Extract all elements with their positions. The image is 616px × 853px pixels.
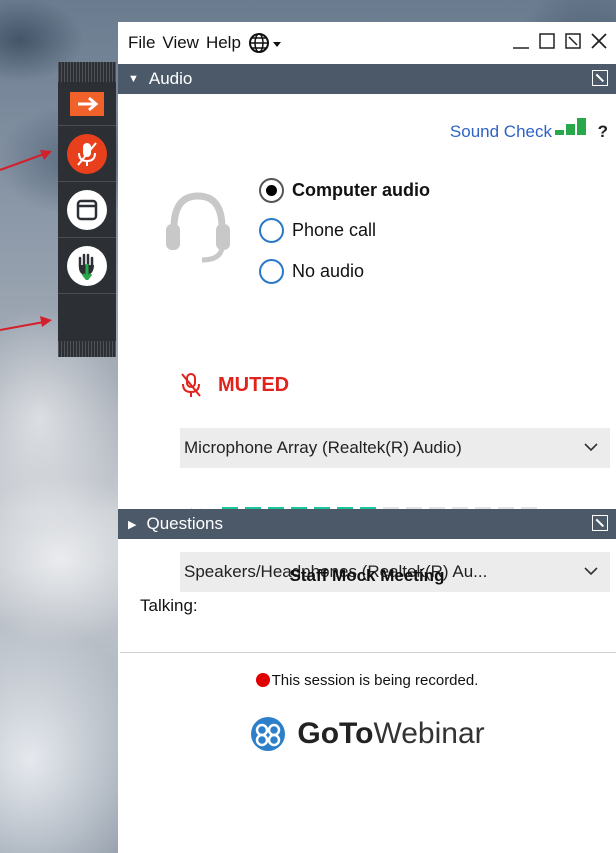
annotation-arrow-top [0, 150, 52, 171]
option-label: Phone call [292, 220, 377, 240]
goto-logo-icon [251, 717, 286, 751]
muted-mic-icon [181, 373, 201, 397]
menu-help[interactable]: Help [206, 33, 241, 53]
orange-arrow-icon [70, 91, 104, 116]
muted-label: MUTED [218, 373, 290, 396]
menu-view[interactable]: View [162, 33, 199, 53]
window-icon [67, 189, 107, 230]
collapse-panel-button[interactable] [58, 82, 116, 126]
radio-phone-call[interactable] [259, 218, 284, 243]
recording-notice: This session is being recorded. [118, 672, 616, 689]
option-no-audio[interactable]: No audio [259, 259, 364, 284]
divider [120, 652, 616, 653]
audio-panel-header[interactable]: ▼ Audio [118, 64, 616, 94]
microphone-value: Microphone Array (Realtek(R) Audio) [184, 438, 462, 457]
recording-notice-text: This session is being recorded. [271, 672, 479, 689]
brand-goto: GoTo [297, 717, 374, 750]
gotowebinar-logo: GoTo Webinar [118, 715, 616, 753]
signal-bars-icon [555, 118, 586, 135]
mute-button[interactable] [58, 126, 116, 182]
detach-audio-icon[interactable] [592, 70, 608, 86]
globe-icon[interactable] [248, 32, 282, 54]
chevron-down-icon [584, 443, 598, 452]
gotowebinar-window: File View Help ▼ Audio Sound Check ? Com… [118, 22, 616, 853]
window-controls [512, 32, 608, 50]
option-computer-audio[interactable]: Computer audio [259, 178, 430, 203]
maximize-icon[interactable] [538, 32, 556, 50]
option-label: No audio [292, 261, 365, 281]
minimize-icon[interactable] [512, 32, 530, 50]
radio-no-audio[interactable] [259, 259, 284, 284]
toolbar-grip-bottom[interactable] [58, 341, 116, 357]
audio-panel-body: Sound Check ? Computer audio Phone call … [118, 94, 616, 592]
mute-status[interactable]: MUTED [180, 372, 289, 398]
expand-triangle-icon: ▶ [128, 518, 137, 531]
microphone-select[interactable]: Microphone Array (Realtek(R) Audio) [180, 428, 610, 468]
annotation-arrow-bottom [0, 316, 52, 331]
radio-computer-audio[interactable] [259, 178, 284, 203]
collapse-triangle-icon: ▼ [128, 73, 139, 85]
meeting-name: Staff Mock Meeting [289, 566, 445, 585]
muted-mic-icon [67, 133, 107, 174]
questions-panel-header[interactable]: ▶ Questions [118, 509, 616, 539]
option-phone-call[interactable]: Phone call [259, 218, 376, 243]
screen-button[interactable] [58, 182, 116, 238]
sound-check-link[interactable]: Sound Check [450, 122, 552, 142]
raise-hand-icon [67, 245, 107, 286]
headset-icon [166, 192, 230, 263]
option-label: Computer audio [292, 180, 430, 200]
questions-panel-title: Questions [146, 514, 224, 533]
detach-questions-icon[interactable] [592, 515, 608, 531]
help-icon[interactable]: ? [598, 122, 608, 142]
detach-icon[interactable] [564, 32, 582, 50]
control-toolbar [58, 62, 116, 357]
menu-file[interactable]: File [128, 33, 155, 53]
close-icon[interactable] [590, 32, 608, 50]
raise-hand-button[interactable] [58, 238, 116, 294]
brand-webinar: Webinar [373, 717, 485, 750]
toolbar-grip[interactable] [58, 62, 116, 82]
record-dot-icon [255, 673, 270, 687]
questions-panel-body: Staff Mock Meeting This session is being… [118, 539, 616, 779]
audio-panel-title: Audio [148, 69, 193, 88]
